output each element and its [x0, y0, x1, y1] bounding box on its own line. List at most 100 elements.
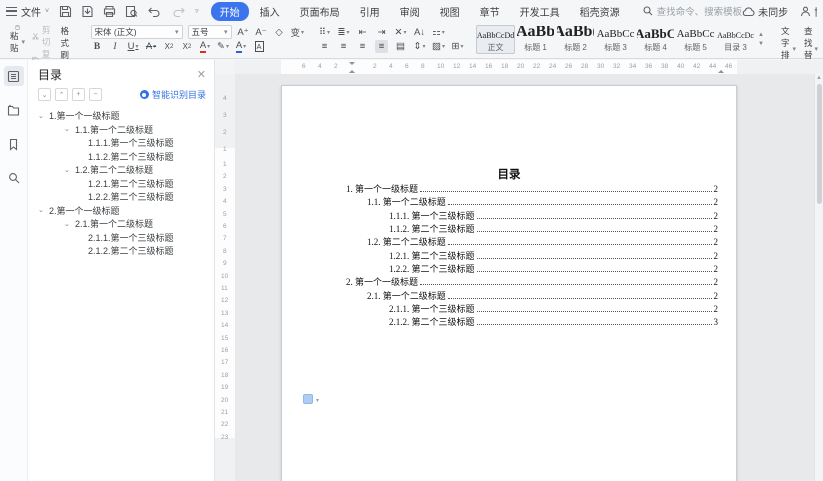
toc-tree-item[interactable]: ⌄1.2.第二个二级标题 — [28, 163, 214, 177]
toc-entry[interactable]: 1.1. 第一个二级标题2 — [346, 195, 718, 208]
toc-entry[interactable]: 1.1.2. 第二个三级标题2 — [346, 222, 718, 235]
style-cell[interactable]: AaBbCc标题 5 — [676, 25, 715, 54]
align-center-button[interactable]: ≡ — [337, 40, 350, 53]
sync-status-button[interactable]: 未同步 — [742, 4, 788, 19]
borders-button[interactable]: ⊞▾ — [451, 40, 464, 53]
chapter-nav-button[interactable] — [4, 100, 24, 120]
text-layout-button[interactable]: 文字排版▾ — [777, 24, 800, 55]
vertical-scrollbar[interactable]: ▲ — [814, 74, 823, 481]
close-panel-button[interactable]: ✕ — [197, 68, 206, 81]
collapse-all-button[interactable]: − — [89, 88, 102, 101]
strikethrough-button[interactable]: A▾ — [145, 40, 158, 53]
bookmark-button[interactable] — [4, 134, 24, 154]
format-painter-button[interactable]: 格式刷 — [57, 24, 79, 55]
toc-panel-button[interactable] — [4, 66, 24, 86]
toc-entry[interactable]: 2.1.2. 第二个三级标题3 — [346, 315, 718, 328]
customize-qat-icon[interactable]: ▿ — [195, 7, 199, 15]
font-name-select[interactable]: 宋体 (正文)▾ — [91, 25, 183, 39]
toc-update-helper-icon[interactable] — [303, 394, 313, 404]
vertical-ruler[interactable]: 4321123456789101112131415161718192021222… — [215, 74, 235, 481]
scroll-up-icon[interactable]: ▲ — [815, 75, 823, 81]
document-page[interactable]: 目录 1. 第一个一级标题21.1. 第一个二级标题21.1.1. 第一个三级标… — [281, 85, 737, 481]
paste-button[interactable]: 粘贴▾ — [6, 24, 29, 55]
horizontal-ruler[interactable]: 6422468101214161820222426283032343638404… — [235, 60, 823, 74]
smart-recognize-toc-button[interactable]: 智能识别目录 — [140, 88, 206, 101]
chevron-down-icon[interactable]: ⌄ — [38, 206, 49, 214]
font-color-button[interactable]: A▾ — [235, 40, 248, 53]
ribbon-tab[interactable]: 视图 — [431, 2, 469, 21]
chevron-down-icon[interactable]: ⌄ — [38, 112, 49, 120]
bold-button[interactable]: B — [91, 40, 104, 53]
superscript-button[interactable]: X2 — [163, 40, 176, 53]
clear-format-button[interactable]: ◇ — [273, 26, 286, 39]
style-cell[interactable]: AaBb标题 1 — [516, 25, 555, 54]
toc-tree-item[interactable]: 1.1.1.第一个三级标题 — [28, 136, 214, 150]
italic-button[interactable]: I — [109, 40, 122, 53]
sort-button[interactable]: A↓ — [413, 26, 426, 39]
distribute-button[interactable]: ▤ — [394, 40, 407, 53]
increase-indent-button[interactable]: ⇥ — [375, 26, 388, 39]
increase-font-button[interactable]: A⁺ — [237, 26, 250, 39]
command-search[interactable]: 查找命令、搜索模板 — [643, 4, 743, 18]
export-button[interactable] — [81, 5, 94, 18]
ribbon-tab[interactable]: 稻壳资源 — [571, 2, 629, 21]
justify-button[interactable]: ≡ — [375, 40, 388, 53]
toc-title[interactable]: 目录 — [282, 166, 736, 182]
toc-entry[interactable]: 1. 第一个一级标题2 — [346, 182, 718, 195]
style-cell[interactable]: AaBbCc标题 3 — [596, 25, 635, 54]
toc-tree-item[interactable]: 1.2.1.第二个三级标题 — [28, 177, 214, 191]
toc-tree-item[interactable]: ⌄1.1.第一个二级标题 — [28, 123, 214, 137]
document-canvas[interactable]: 目录 1. 第一个一级标题21.1. 第一个二级标题21.1.1. 第一个三级标… — [235, 74, 823, 481]
show-marks-button[interactable]: ⚏▾ — [432, 26, 445, 39]
expand-all-button[interactable]: + — [72, 88, 85, 101]
style-cell[interactable]: AaBbC标题 4 — [636, 25, 675, 54]
enclose-character-button[interactable]: A — [253, 40, 266, 53]
scrollbar-thumb[interactable] — [817, 84, 822, 204]
toc-entry[interactable]: 1.1.1. 第一个三级标题2 — [346, 209, 718, 222]
line-spacing-button[interactable]: ⇕▾ — [413, 40, 426, 53]
ribbon-tab[interactable]: 引用 — [351, 2, 389, 21]
ribbon-tab[interactable]: 开始 — [211, 2, 249, 21]
ribbon-tab[interactable]: 章节 — [471, 2, 509, 21]
cut-button[interactable]: 剪切 — [32, 24, 54, 48]
align-right-button[interactable]: ≡ — [356, 40, 369, 53]
undo-button[interactable] — [147, 5, 162, 18]
print-button[interactable] — [103, 5, 116, 18]
numbered-list-button[interactable]: ≣▾ — [337, 26, 350, 39]
shading-button[interactable]: ▨▾ — [432, 40, 445, 53]
underline-button[interactable]: U▾ — [127, 40, 140, 53]
phonetic-guide-button[interactable]: 变▾ — [291, 26, 305, 39]
bullet-list-button[interactable]: ⠿▾ — [318, 26, 331, 39]
decrease-indent-button[interactable]: ⇤ — [356, 26, 369, 39]
print-preview-button[interactable] — [125, 5, 138, 18]
decrease-font-button[interactable]: A⁻ — [255, 26, 268, 39]
subscript-button[interactable]: X2 — [181, 40, 194, 53]
collapse-level-button[interactable]: ⌄ — [38, 88, 51, 101]
align-left-button[interactable]: ≡ — [318, 40, 331, 53]
highlight-color-button[interactable]: A▾ — [199, 40, 212, 53]
ribbon-tab[interactable]: 审阅 — [391, 2, 429, 21]
search-panel-button[interactable] — [4, 168, 24, 188]
find-replace-button[interactable]: 查找替换▾ — [800, 24, 822, 55]
toc-tree-item[interactable]: 2.1.2.第二个三级标题 — [28, 244, 214, 258]
asian-layout-button[interactable]: ✕▾ — [394, 26, 407, 39]
expand-level-button[interactable]: ⌃ — [55, 88, 68, 101]
toc-tree-item[interactable]: ⌄2.1.第一个二级标题 — [28, 217, 214, 231]
style-cell[interactable]: AaBb(标题 2 — [556, 25, 595, 54]
gallery-down-button[interactable]: ▼ — [758, 41, 764, 47]
toc-tree-item[interactable]: 1.2.2.第二个三级标题 — [28, 190, 214, 204]
gallery-up-button[interactable]: ▲ — [758, 32, 764, 38]
collaborate-button[interactable]: 协作 — [800, 4, 817, 19]
toc-entry[interactable]: 1.2.1. 第二个三级标题2 — [346, 249, 718, 262]
style-cell[interactable]: AaBbCcDc目录 3 — [716, 25, 755, 54]
ribbon-tab[interactable]: 开发工具 — [511, 2, 569, 21]
file-menu[interactable]: 文件 ˅ — [6, 4, 49, 19]
toc-entry[interactable]: 2.1. 第一个二级标题2 — [346, 289, 718, 302]
toc-entry[interactable]: 2. 第一个一级标题2 — [346, 275, 718, 288]
redo-button[interactable] — [171, 5, 186, 18]
toc-field[interactable]: 1. 第一个一级标题21.1. 第一个二级标题21.1.1. 第一个三级标题21… — [346, 182, 718, 329]
font-size-select[interactable]: 五号▾ — [188, 25, 232, 39]
chevron-down-icon[interactable]: ⌄ — [64, 125, 75, 133]
save-button[interactable] — [59, 5, 72, 18]
toc-entry[interactable]: 2.1.1. 第一个三级标题2 — [346, 302, 718, 315]
